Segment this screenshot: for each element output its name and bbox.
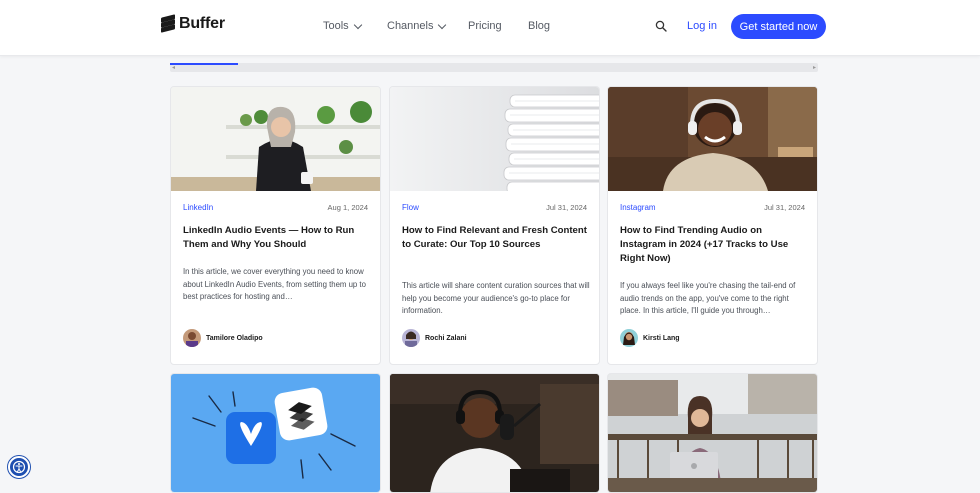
article-image[interactable] bbox=[171, 374, 380, 492]
nav-pricing[interactable]: Pricing bbox=[468, 20, 502, 32]
avatar bbox=[183, 329, 201, 347]
article-card[interactable] bbox=[170, 373, 381, 493]
article-image[interactable] bbox=[390, 87, 599, 191]
article-card[interactable] bbox=[607, 373, 818, 493]
nav-channels-label: Channels bbox=[387, 20, 434, 32]
get-started-label: Get started now bbox=[739, 20, 818, 33]
article-excerpt: If you always feel like you're chasing t… bbox=[620, 281, 796, 315]
article-author[interactable]: Tamilore Oladipo bbox=[183, 329, 263, 347]
article-excerpt: In this article, we cover everything you… bbox=[183, 267, 366, 301]
buffer-logo-icon bbox=[161, 14, 175, 33]
article-date: Aug 1, 2024 bbox=[327, 203, 368, 212]
search-icon[interactable] bbox=[655, 20, 667, 32]
article-title[interactable]: How to Find Trending Audio on Instagram … bbox=[620, 224, 810, 266]
get-started-button[interactable]: Get started now bbox=[731, 14, 826, 39]
site-header: Buffer Tools Channels Pricing Blog Log i… bbox=[0, 0, 980, 56]
article-card[interactable]: Flow Jul 31, 2024 How to Find Relevant a… bbox=[389, 86, 600, 365]
author-name: Rochi Zalani bbox=[425, 334, 467, 342]
article-category[interactable]: LinkedIn bbox=[183, 203, 213, 212]
category-scrollbar[interactable]: ◂ ▸ bbox=[170, 63, 818, 72]
article-card[interactable] bbox=[389, 373, 600, 493]
article-card[interactable]: Instagram Jul 31, 2024 How to Find Trend… bbox=[607, 86, 818, 365]
accessibility-button[interactable] bbox=[8, 456, 30, 478]
nav-blog-label: Blog bbox=[528, 20, 551, 32]
scroll-left-arrow-icon[interactable]: ◂ bbox=[172, 64, 175, 71]
article-title[interactable]: LinkedIn Audio Events — How to Run Them … bbox=[183, 224, 373, 252]
chevron-down-icon bbox=[353, 20, 362, 29]
avatar bbox=[620, 329, 638, 347]
avatar bbox=[402, 329, 420, 347]
article-image[interactable] bbox=[608, 87, 817, 191]
buffer-logo[interactable]: Buffer bbox=[161, 14, 225, 33]
nav-channels[interactable]: Channels bbox=[387, 20, 447, 32]
login-link[interactable]: Log in bbox=[687, 20, 717, 32]
scroll-right-arrow-icon[interactable]: ▸ bbox=[813, 64, 816, 71]
article-excerpt: This article will share content curation… bbox=[402, 281, 590, 315]
author-name: Tamilore Oladipo bbox=[206, 334, 263, 342]
nav-tools[interactable]: Tools bbox=[323, 20, 362, 32]
article-image[interactable] bbox=[390, 374, 599, 492]
article-category[interactable]: Instagram bbox=[620, 203, 656, 212]
nav-blog[interactable]: Blog bbox=[528, 20, 550, 32]
article-date: Jul 31, 2024 bbox=[764, 203, 805, 212]
article-category[interactable]: Flow bbox=[402, 203, 419, 212]
logo-text: Buffer bbox=[179, 15, 225, 32]
article-image[interactable] bbox=[171, 87, 380, 191]
article-title[interactable]: How to Find Relevant and Fresh Content t… bbox=[402, 224, 592, 252]
nav-pricing-label: Pricing bbox=[468, 20, 502, 32]
chevron-down-icon bbox=[438, 20, 447, 29]
author-name: Kirsti Lang bbox=[643, 334, 680, 342]
article-card[interactable]: LinkedIn Aug 1, 2024 LinkedIn Audio Even… bbox=[170, 86, 381, 365]
scrollbar-thumb[interactable] bbox=[170, 63, 238, 65]
article-image[interactable] bbox=[608, 374, 817, 492]
accessibility-icon bbox=[12, 460, 26, 474]
article-author[interactable]: Rochi Zalani bbox=[402, 329, 467, 347]
article-date: Jul 31, 2024 bbox=[546, 203, 587, 212]
nav-tools-label: Tools bbox=[323, 20, 349, 32]
article-author[interactable]: Kirsti Lang bbox=[620, 329, 680, 347]
